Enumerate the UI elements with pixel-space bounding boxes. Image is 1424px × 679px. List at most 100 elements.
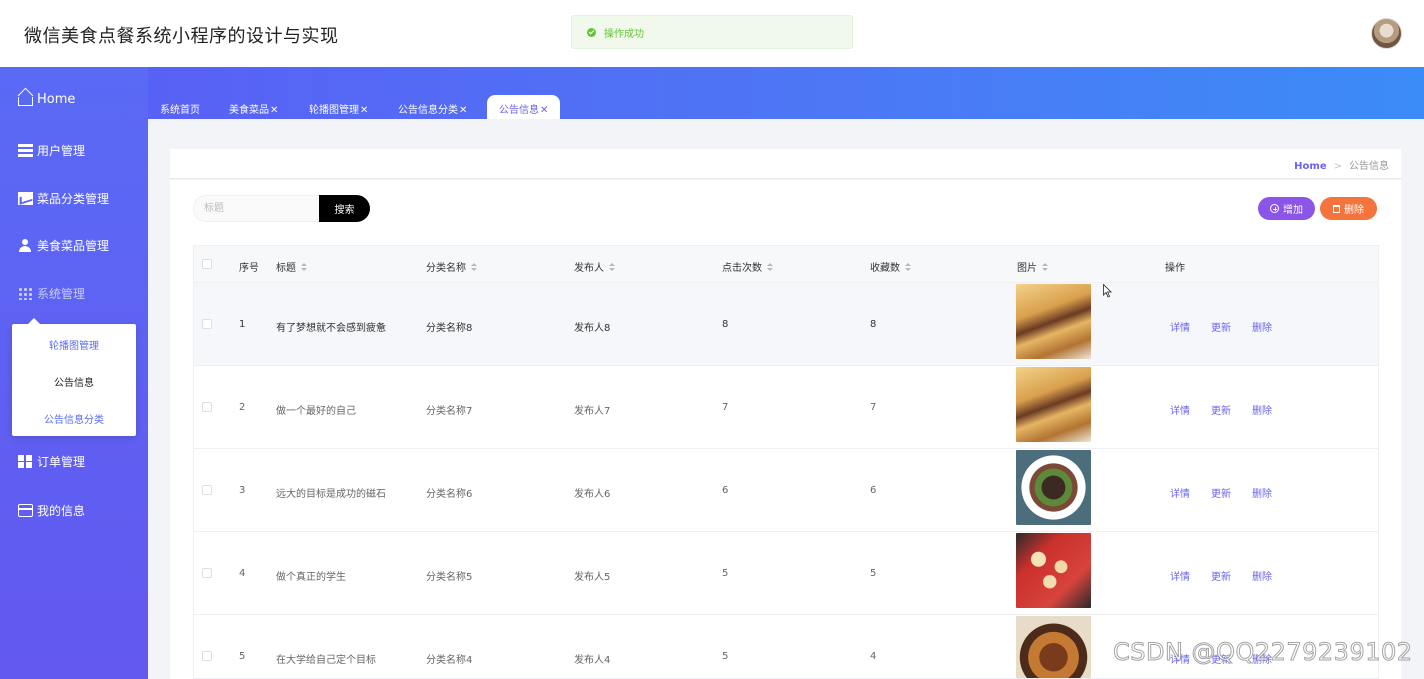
cell-publisher: 发布人7 — [574, 406, 611, 417]
detail-link[interactable]: 详情 — [1170, 402, 1190, 417]
delete-link[interactable]: 删除 — [1252, 319, 1272, 334]
plus-circle-icon — [1270, 204, 1279, 213]
sort-icon[interactable] — [767, 263, 773, 272]
sidebar-item-orders[interactable]: 订单管理 — [18, 453, 85, 470]
mouse-cursor-icon — [1103, 284, 1112, 298]
app-title: 微信美食点餐系统小程序的设计与实现 — [24, 26, 339, 47]
tab-home[interactable]: 系统首页 — [148, 95, 212, 119]
detail-link[interactable]: 详情 — [1170, 568, 1190, 583]
sort-icon[interactable] — [1042, 263, 1048, 272]
cell-title: 远大的目标是成功的磁石 — [276, 489, 386, 500]
close-icon[interactable]: ✕ — [540, 105, 548, 116]
column-header-clicks[interactable]: 点击次数 — [722, 259, 773, 274]
select-all-checkbox[interactable] — [202, 259, 212, 269]
card-icon — [18, 504, 33, 517]
submenu-item-notice[interactable]: 公告信息 — [12, 374, 136, 389]
update-link[interactable]: 更新 — [1211, 485, 1231, 500]
sidebar-item-label: 订单管理 — [37, 455, 86, 469]
tab-dishes[interactable]: 美食菜品✕ — [217, 95, 290, 119]
column-header-label: 分类名称 — [426, 263, 466, 274]
cell-publisher: 发布人4 — [574, 655, 611, 666]
sort-icon[interactable] — [905, 263, 911, 272]
cell-title: 做一个最好的自己 — [276, 406, 356, 417]
sort-icon[interactable] — [471, 263, 477, 272]
table-row[interactable]: 4 做个真正的学生 分类名称5 发布人5 5 5 详情 更新 删除 — [194, 531, 1378, 614]
cell-favorites: 7 — [870, 402, 877, 413]
cell-publisher: 发布人8 — [574, 323, 611, 334]
tab-notice-category[interactable]: 公告信息分类✕ — [386, 95, 479, 119]
cell-category: 分类名称5 — [426, 572, 473, 583]
sort-icon[interactable] — [301, 263, 307, 272]
cell-favorites: 8 — [870, 319, 877, 330]
detail-link[interactable]: 详情 — [1170, 319, 1190, 334]
close-icon[interactable]: ✕ — [270, 105, 278, 116]
cell-clicks: 5 — [722, 568, 729, 579]
tab-carousel[interactable]: 轮播图管理✕ — [297, 95, 380, 119]
sidebar-item-label: Home — [37, 92, 76, 107]
column-header-image[interactable]: 图片 — [1017, 259, 1048, 274]
table-row[interactable]: 3 远大的目标是成功的磁石 分类名称6 发布人6 6 6 详情 更新 删除 — [194, 448, 1378, 531]
delete-link[interactable]: 删除 — [1252, 402, 1272, 417]
sidebar-item-users[interactable]: 用户管理 — [18, 142, 85, 159]
cell-clicks: 7 — [722, 402, 729, 413]
cell-clicks: 5 — [722, 651, 729, 662]
table-row[interactable]: 1 有了梦想就不会感到疲惫 分类名称8 发布人8 8 8 详情 更新 删除 — [194, 282, 1378, 365]
search-input[interactable] — [193, 195, 320, 222]
breadcrumb-home[interactable]: Home — [1294, 161, 1326, 172]
submenu-item-notice-category[interactable]: 公告信息分类 — [12, 411, 136, 426]
cell-title: 在大学给自己定个目标 — [276, 655, 376, 666]
cell-index: 1 — [239, 319, 246, 330]
breadcrumb: Home > 公告信息 — [170, 149, 1401, 179]
sidebar-item-label: 我的信息 — [37, 504, 86, 518]
delete-button[interactable]: 删除 — [1320, 197, 1377, 220]
table-row[interactable]: 2 做一个最好的自己 分类名称7 发布人7 7 7 详情 更新 删除 — [194, 365, 1378, 448]
cell-title: 做个真正的学生 — [276, 572, 346, 583]
update-link[interactable]: 更新 — [1211, 402, 1231, 417]
cell-index: 4 — [239, 568, 246, 579]
row-checkbox[interactable] — [202, 568, 212, 578]
sidebar-item-label: 菜品分类管理 — [37, 192, 110, 206]
delete-link[interactable]: 删除 — [1252, 568, 1272, 583]
tab-notice[interactable]: 公告信息✕ — [487, 95, 561, 119]
delete-link[interactable]: 删除 — [1252, 485, 1272, 500]
detail-link[interactable]: 详情 — [1170, 485, 1190, 500]
row-checkbox[interactable] — [202, 651, 212, 661]
table-header: 序号 标题 分类名称 发布人 点击次数 收藏数 图片 操作 — [194, 246, 1378, 283]
column-header-label: 发布人 — [574, 263, 604, 274]
column-header-label: 标题 — [276, 263, 296, 274]
update-link[interactable]: 更新 — [1211, 319, 1231, 334]
column-header-title[interactable]: 标题 — [276, 259, 307, 274]
user-icon — [18, 239, 33, 252]
column-header-index: 序号 — [239, 263, 259, 274]
cell-category: 分类名称7 — [426, 406, 473, 417]
column-header-category[interactable]: 分类名称 — [426, 259, 477, 274]
grid-icon — [18, 287, 33, 300]
sidebar-item-system[interactable]: 系统管理 — [18, 285, 85, 302]
close-icon[interactable]: ✕ — [360, 105, 368, 116]
avatar[interactable] — [1371, 18, 1402, 49]
cell-category: 分类名称6 — [426, 489, 473, 500]
sort-icon[interactable] — [609, 263, 615, 272]
cell-clicks: 6 — [722, 485, 729, 496]
column-header-favorites[interactable]: 收藏数 — [870, 259, 911, 274]
row-checkbox[interactable] — [202, 319, 212, 329]
close-icon[interactable]: ✕ — [459, 105, 467, 116]
submenu-item-carousel[interactable]: 轮播图管理 — [12, 337, 136, 352]
search-button[interactable]: 搜索 — [319, 195, 370, 222]
tab-label: 系统首页 — [160, 105, 200, 116]
column-header-publisher[interactable]: 发布人 — [574, 259, 615, 274]
watermark: CSDN @QQ2279239102 — [1113, 638, 1413, 667]
sidebar-item-home[interactable]: Home — [18, 92, 75, 107]
sidebar-item-my-info[interactable]: 我的信息 — [18, 502, 85, 519]
sidebar-item-dish-category[interactable]: 菜品分类管理 — [18, 190, 109, 207]
food-image — [1016, 284, 1091, 359]
update-link[interactable]: 更新 — [1211, 568, 1231, 583]
row-checkbox[interactable] — [202, 402, 212, 412]
sidebar-item-label: 用户管理 — [37, 144, 86, 158]
food-image — [1016, 533, 1091, 608]
sidebar-item-label: 系统管理 — [37, 287, 86, 301]
sidebar-item-dishes[interactable]: 美食菜品管理 — [18, 237, 109, 254]
add-button[interactable]: 增加 — [1258, 197, 1315, 220]
row-checkbox[interactable] — [202, 485, 212, 495]
apps-icon — [18, 455, 33, 468]
